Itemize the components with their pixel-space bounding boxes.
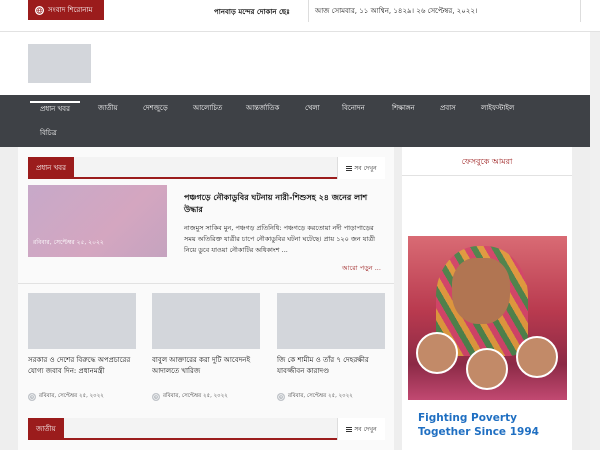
card-meta: রবিবার, সেপ্টেম্বর ২৫, ২০২২ (28, 393, 136, 401)
row-divider (18, 283, 394, 284)
see-all-button[interactable]: সব দেখুন (337, 157, 385, 179)
nav-item-miscellany[interactable]: বিচিত্র (40, 126, 57, 140)
ad-photo-circle (416, 332, 458, 374)
see-all-label: সব দেখুন (354, 425, 377, 433)
ad-photo-circle (516, 336, 558, 378)
headline-badge[interactable]: সংবাদ শিরোনাম (28, 0, 104, 20)
card-date: রবিবার, সেপ্টেম্বর ২৫, ২০২২ (39, 393, 104, 399)
current-date: আজ সোমবার, ১১ আশ্বিন, ১৪২৯। ২৬ সেপ্টেম্ব… (308, 0, 477, 22)
lead-body: নাজমুস সাকিব মুন, পঞ্চগড় প্রতিনিধি: পঞ্… (184, 224, 375, 254)
card-date: রবিবার, সেপ্টেম্বর ২৫, ২০২২ (288, 393, 353, 399)
ad-photo-face (452, 258, 510, 324)
menu-icon (346, 426, 353, 432)
nav-item-national[interactable]: জাতীয় (98, 101, 118, 115)
see-all-button[interactable]: সব দেখুন (337, 418, 385, 440)
card-meta: রবিবার, সেপ্টেম্বর ২৫, ২০২২ (152, 393, 260, 401)
sidebar: ফেসবুকে আমরা Fighting Poverty Together S… (402, 147, 572, 450)
page-scrollbar[interactable] (590, 32, 600, 450)
site-header (0, 32, 600, 95)
card-title[interactable]: বাবুল আক্তারের করা দুটি আবেদনই আদালতে খা… (152, 355, 260, 389)
clock-icon (277, 393, 285, 401)
nav-item-countrywide[interactable]: দেশজুড়ে (143, 101, 168, 115)
section-title[interactable]: প্রধান খবর (28, 157, 74, 179)
card-image[interactable] (277, 293, 385, 349)
nav-item-sports[interactable]: খেলা (305, 101, 320, 115)
ad-line-1: Fighting Poverty (418, 412, 517, 424)
see-all-label: সব দেখুন (354, 164, 377, 172)
news-card[interactable]: বাবুল আক্তারের করা দুটি আবেদনই আদালতে খা… (152, 293, 260, 401)
globe-icon (35, 5, 44, 15)
ad-photo-circle (466, 348, 508, 390)
lead-image[interactable]: রবিবার, সেপ্টেম্বর ২৫, ২০২২ (28, 185, 167, 257)
card-title[interactable]: সরকার ও দেশের বিরুদ্ধে অপপ্রচারের যোগ্য … (28, 355, 136, 389)
nav-item-lead-news[interactable]: প্রধান খবর (30, 101, 80, 115)
lead-title[interactable]: পঞ্চগড়ে নৌকাডুবির ঘটনায় নারী-শিশুসহ ২৪… (184, 192, 380, 216)
read-more-link[interactable]: আরো পড়ুন ... (342, 263, 381, 274)
menu-icon (346, 165, 353, 171)
card-date: রবিবার, সেপ্টেম্বর ২৫, ২০২২ (163, 393, 228, 399)
nav-item-education[interactable]: শিক্ষাঙ্গন (392, 101, 415, 115)
clock-icon (152, 393, 160, 401)
top-bar: সংবাদ শিরোনাম পানবাড় মন্দের দোকান ছেঃ আ… (0, 0, 600, 32)
nav-item-entertainment[interactable]: বিনোদন (342, 101, 365, 115)
card-meta: রবিবার, সেপ্টেম্বর ২৫, ২০২২ (277, 393, 385, 401)
card-image[interactable] (152, 293, 260, 349)
nav-item-lifestyle[interactable]: লাইফস্টাইল (481, 101, 514, 115)
headline-badge-label: সংবাদ শিরোনাম (48, 6, 93, 14)
news-card[interactable]: জি কে শামীম ও তাঁর ৭ দেহরক্ষীর যাবজ্জীবন… (277, 293, 385, 401)
lead-image-caption: রবিবার, সেপ্টেম্বর ২৫, ২০২২ (33, 239, 104, 246)
ad-line-2: Together Since 1994 (418, 426, 539, 438)
clock-icon (28, 393, 36, 401)
main-content: প্রধান খবর সব দেখুন রবিবার, সেপ্টেম্বর ২… (18, 147, 394, 450)
ad-banner: Fighting Poverty Together Since 1994 (408, 400, 567, 450)
topbar-divider (580, 0, 581, 22)
nav-item-international[interactable]: আন্তর্জাতিক (246, 101, 279, 115)
section-title[interactable]: জাতীয় (28, 418, 64, 440)
sidebar-ad[interactable]: Fighting Poverty Together Since 1994 (408, 236, 567, 450)
site-logo[interactable] (28, 44, 91, 83)
news-ticker[interactable]: পানবাড় মন্দের দোকান ছেঃ (214, 6, 290, 18)
facebook-widget-title[interactable]: ফেসবুকে আমরা (402, 150, 572, 176)
main-nav: প্রধান খবর জাতীয় দেশজুড়ে আলোচিত আন্তর্… (0, 95, 600, 147)
card-image[interactable] (28, 293, 136, 349)
news-card[interactable]: সরকার ও দেশের বিরুদ্ধে অপপ্রচারের যোগ্য … (28, 293, 136, 401)
section-header-lead: প্রধান খবর সব দেখুন (28, 157, 385, 179)
nav-item-discussed[interactable]: আলোচিত (193, 101, 222, 115)
nav-item-expatriate[interactable]: প্রবাস (440, 101, 456, 115)
card-title[interactable]: জি কে শামীম ও তাঁর ৭ দেহরক্ষীর যাবজ্জীবন… (277, 355, 385, 389)
section-header-national: জাতীয় সব দেখুন (28, 418, 385, 440)
